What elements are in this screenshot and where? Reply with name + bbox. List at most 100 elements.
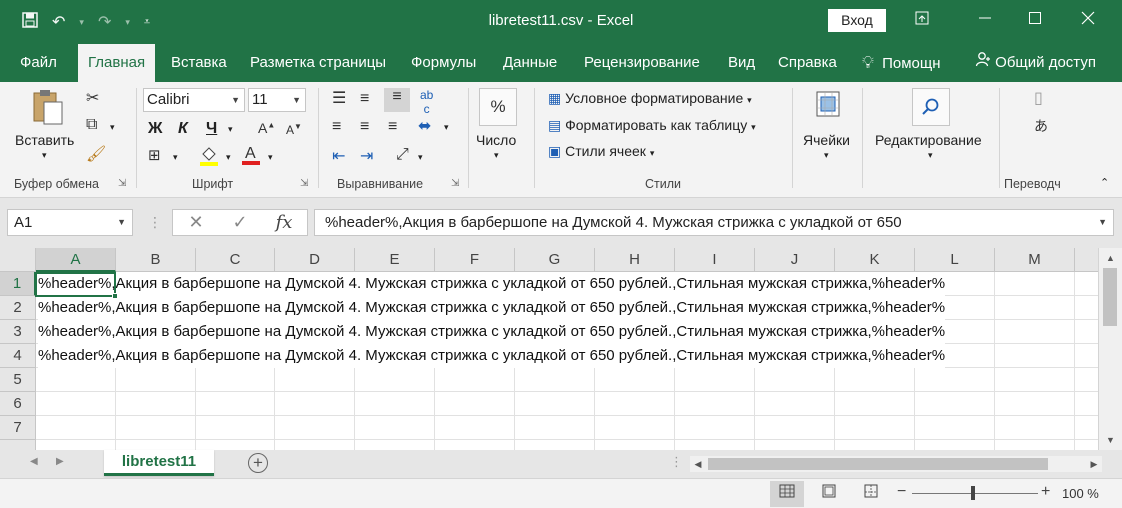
formula-input[interactable]: %header%,Акция в барбершопе на Думской 4…: [314, 209, 1114, 236]
worksheet-grid[interactable]: A B C D E F G H I J K L M 1 2 3 4 5 6 7 …: [0, 248, 1098, 450]
redo-icon[interactable]: ↷: [98, 12, 111, 32]
merge-dropdown-icon[interactable]: ▾: [444, 122, 449, 133]
fill-handle[interactable]: [112, 293, 118, 299]
orientation-icon[interactable]: ⤢: [396, 146, 409, 164]
share-button[interactable]: Общий доступ: [975, 44, 1096, 82]
next-sheet-icon[interactable]: ▶: [56, 456, 64, 467]
paste-dropdown-icon[interactable]: ▾: [42, 150, 47, 161]
name-box[interactable]: A1 ▼: [7, 209, 133, 236]
tab-review[interactable]: Рецензирование: [584, 44, 700, 82]
translate-doc-icon[interactable]: ▯: [1034, 88, 1043, 108]
cells-dropdown-icon[interactable]: ▾: [824, 150, 829, 161]
cell-a3[interactable]: %header%,Акция в барбершопе на Думской 4…: [38, 320, 946, 344]
tab-file[interactable]: Файл: [20, 44, 57, 82]
column-header-e[interactable]: E: [355, 248, 435, 272]
tab-view[interactable]: Вид: [728, 44, 755, 82]
align-center-icon[interactable]: ≡: [360, 118, 369, 136]
number-button[interactable]: Число: [476, 132, 516, 148]
column-header-h[interactable]: H: [595, 248, 675, 272]
zoom-slider-thumb[interactable]: [971, 486, 975, 500]
select-all-button[interactable]: [0, 248, 36, 272]
save-icon[interactable]: [22, 11, 38, 33]
align-right-icon[interactable]: ≡: [388, 118, 397, 136]
paste-icon[interactable]: [30, 88, 66, 125]
clipboard-launcher-icon[interactable]: ⇲: [118, 178, 126, 189]
column-header-a[interactable]: A: [36, 248, 116, 272]
horizontal-scrollbar[interactable]: ◀ ▶: [690, 456, 1102, 472]
column-header-g[interactable]: G: [515, 248, 595, 272]
align-middle-icon[interactable]: ≡: [360, 90, 369, 108]
zoom-in-button[interactable]: +: [1041, 483, 1050, 501]
column-header-b[interactable]: B: [116, 248, 196, 272]
vertical-scrollbar[interactable]: ▲ ▼: [1098, 248, 1122, 450]
add-sheet-icon[interactable]: +: [248, 453, 268, 473]
page-layout-view-icon[interactable]: [812, 481, 846, 507]
expand-formula-icon[interactable]: ▼: [1098, 210, 1107, 235]
tab-split-grip-icon[interactable]: ⋮: [670, 454, 683, 470]
cells-button[interactable]: Ячейки: [803, 132, 850, 148]
format-painter-icon[interactable]: 🖌︎: [86, 144, 106, 164]
zoom-out-button[interactable]: −: [897, 483, 906, 501]
column-header-f[interactable]: F: [435, 248, 515, 272]
cut-icon[interactable]: ✂: [86, 88, 99, 108]
borders-icon[interactable]: ⊞: [148, 146, 161, 164]
row-header-4[interactable]: 4: [0, 344, 36, 368]
bold-button[interactable]: Ж: [148, 120, 162, 138]
editing-dropdown-icon[interactable]: ▾: [928, 150, 933, 161]
cancel-entry-icon[interactable]: ✕: [176, 209, 216, 236]
row-header-5[interactable]: 5: [0, 368, 36, 392]
tab-insert[interactable]: Вставка: [171, 44, 227, 82]
row-header-1[interactable]: 1: [0, 272, 36, 296]
paste-button[interactable]: Вставить: [15, 132, 74, 148]
align-bottom-icon[interactable]: ≡: [384, 88, 410, 112]
column-header-l[interactable]: L: [915, 248, 995, 272]
italic-button[interactable]: К: [178, 120, 188, 138]
copy-icon[interactable]: ⧉: [86, 116, 97, 134]
fill-color-icon[interactable]: [198, 144, 220, 171]
align-top-icon[interactable]: ☰: [332, 88, 346, 108]
cell-a2[interactable]: %header%,Акция в барбершопе на Думской 4…: [38, 296, 946, 320]
tab-data[interactable]: Данные: [503, 44, 557, 82]
wrap-text-icon[interactable]: ab c: [420, 88, 433, 116]
column-header-c[interactable]: C: [196, 248, 275, 272]
column-header-m[interactable]: M: [995, 248, 1075, 272]
orientation-dropdown-icon[interactable]: ▾: [418, 152, 423, 163]
scroll-down-icon[interactable]: ▼: [1099, 432, 1122, 448]
scroll-up-icon[interactable]: ▲: [1099, 250, 1122, 266]
ribbon-display-icon[interactable]: [897, 0, 947, 44]
font-name-select[interactable]: Calibri ▼: [143, 88, 245, 112]
customize-icon[interactable]: ⩡: [144, 16, 150, 29]
column-header-k[interactable]: K: [835, 248, 915, 272]
increase-indent-icon[interactable]: ⇥: [360, 146, 373, 166]
conditional-formatting-button[interactable]: ▦ Условное форматирование ▾: [548, 90, 752, 107]
page-break-view-icon[interactable]: [854, 481, 888, 507]
align-left-icon[interactable]: ≡: [332, 118, 341, 136]
collapse-ribbon-icon[interactable]: ⌃: [1100, 176, 1109, 189]
fill-color-dropdown-icon[interactable]: ▾: [226, 152, 231, 163]
column-header-j[interactable]: J: [755, 248, 835, 272]
tab-page-layout[interactable]: Разметка страницы: [250, 44, 386, 82]
row-header-3[interactable]: 3: [0, 320, 36, 344]
format-as-table-button[interactable]: ▤ Форматировать как таблицу ▾: [548, 117, 756, 134]
column-header-i[interactable]: I: [675, 248, 755, 272]
increase-font-icon[interactable]: A▲: [258, 120, 275, 136]
search-icon[interactable]: [912, 88, 950, 126]
font-color-dropdown-icon[interactable]: ▾: [268, 152, 273, 163]
tab-help[interactable]: Справка: [778, 44, 837, 82]
sign-in-button[interactable]: Вход: [828, 9, 886, 32]
close-icon[interactable]: [1063, 0, 1113, 44]
cell-styles-button[interactable]: ▣ Стили ячеек ▾: [548, 143, 654, 160]
row-header-7[interactable]: 7: [0, 416, 36, 440]
number-format-icon[interactable]: %: [479, 88, 517, 126]
undo-icon[interactable]: ↶: [52, 12, 65, 32]
font-launcher-icon[interactable]: ⇲: [300, 178, 308, 189]
tell-me-box[interactable]: 💡︎ Помощн: [862, 44, 940, 82]
horizontal-scroll-thumb[interactable]: [708, 458, 1048, 470]
alignment-launcher-icon[interactable]: ⇲: [451, 178, 459, 189]
confirm-entry-icon[interactable]: ✓: [220, 209, 260, 236]
row-header-6[interactable]: 6: [0, 392, 36, 416]
undo-dropdown-icon[interactable]: ▾: [79, 17, 84, 28]
sheet-tab[interactable]: libretest11: [104, 450, 214, 476]
number-dropdown-icon[interactable]: ▾: [494, 150, 499, 161]
borders-dropdown-icon[interactable]: ▾: [173, 152, 178, 163]
